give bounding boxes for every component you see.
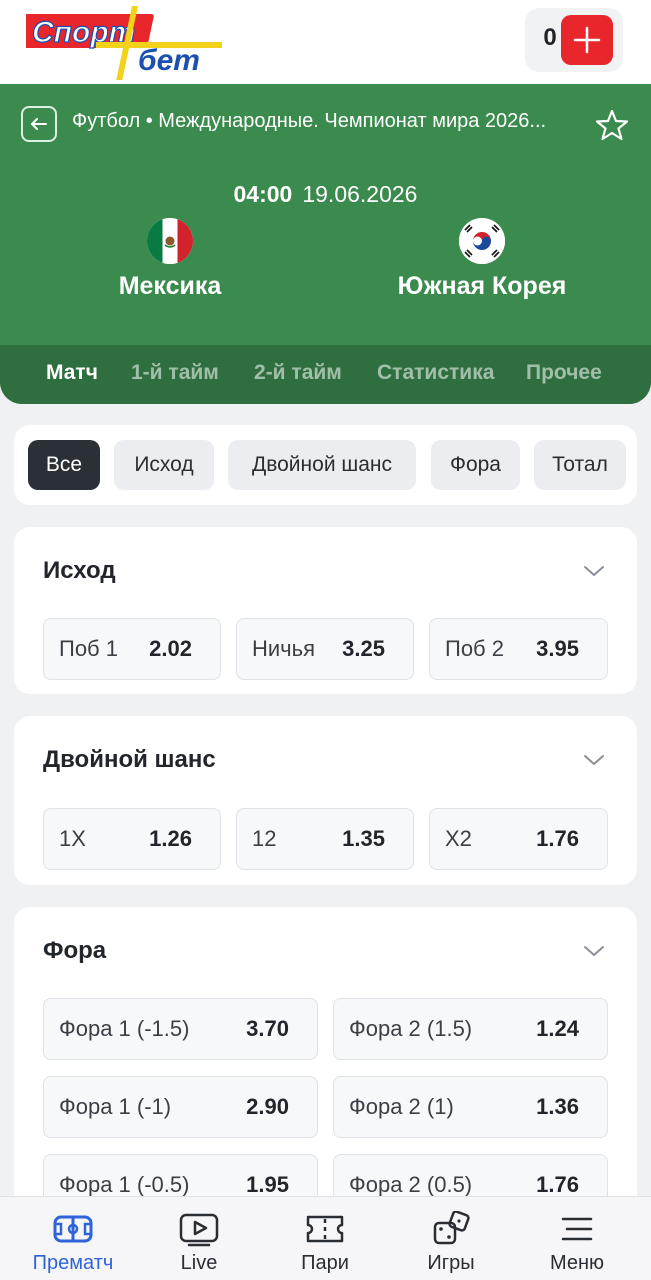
back-button[interactable] xyxy=(21,106,57,142)
south-korea-flag-icon xyxy=(459,218,505,264)
market-title: Исход xyxy=(43,557,116,584)
odd-button[interactable]: Фора 2 (1) 1.36 xyxy=(333,1076,608,1138)
odd-value: 1.36 xyxy=(536,1094,579,1119)
odd-label: Фора 1 (-1.5) xyxy=(59,1016,190,1041)
dice-icon xyxy=(433,1211,470,1245)
plus-icon xyxy=(573,26,601,54)
team-away: Южная Корея xyxy=(397,272,567,300)
menu-icon xyxy=(561,1217,593,1241)
odd-button[interactable]: X2 1.76 xyxy=(429,808,608,870)
tab-first-half[interactable]: 1-й тайм xyxy=(131,361,219,385)
market-title: Двойной шанс xyxy=(43,746,216,773)
tab-match[interactable]: Матч xyxy=(46,361,98,385)
odd-label: Ничья xyxy=(252,636,316,661)
chevron-down-icon[interactable] xyxy=(582,563,606,579)
market-double-chance: Двойной шанс 1X 1.26 12 1.35 X2 1.76 xyxy=(14,716,637,885)
market-title: Фора xyxy=(43,937,107,964)
odd-value: 2.90 xyxy=(246,1094,289,1119)
match-date: 19.06.2026 xyxy=(302,181,418,207)
odd-label: Фора 2 (0.5) xyxy=(349,1172,473,1197)
odd-value: 3.70 xyxy=(246,1016,289,1041)
nav-games[interactable]: Игры xyxy=(386,1197,516,1280)
odd-value: 1.76 xyxy=(536,1172,579,1197)
odd-label: Фора 1 (-0.5) xyxy=(59,1172,190,1197)
period-tabs: Матч 1-й тайм 2-й тайм Статистика Прочее xyxy=(0,345,651,404)
odd-label: Фора 2 (1) xyxy=(349,1094,454,1119)
odd-button[interactable]: Фора 1 (-1) 2.90 xyxy=(43,1076,318,1138)
odd-label: 12 xyxy=(252,826,277,851)
market-outcome: Исход Поб 1 2.02 Ничья 3.25 Поб 2 3.95 xyxy=(14,527,637,694)
odd-button[interactable]: Ничья 3.25 xyxy=(236,618,414,680)
stadium-icon xyxy=(53,1215,93,1243)
odd-button[interactable]: Фора 1 (-1.5) 3.70 xyxy=(43,998,318,1060)
odd-label: Поб 2 xyxy=(445,636,504,661)
odd-value: 3.25 xyxy=(342,636,385,661)
tab-other[interactable]: Прочее xyxy=(526,361,602,385)
odd-button[interactable]: Поб 1 2.02 xyxy=(43,618,221,680)
market-handicap: Фора Фора 1 (-1.5) 3.70 Фора 2 (1.5) 1.2… xyxy=(14,907,637,1227)
odd-label: Фора 2 (1.5) xyxy=(349,1016,473,1041)
odd-value: 1.76 xyxy=(536,826,579,851)
match-datetime: 04:00 19.06.2026 xyxy=(0,181,651,208)
nav-label: Игры xyxy=(427,1252,475,1274)
odd-label: 1X xyxy=(59,826,86,851)
arrow-left-icon xyxy=(31,118,47,130)
top-bar: Спорт бет 0 xyxy=(0,0,651,84)
odd-button[interactable]: Фора 2 (1.5) 1.24 xyxy=(333,998,608,1060)
odd-button[interactable]: Поб 2 3.95 xyxy=(429,618,608,680)
odd-value: 3.95 xyxy=(536,636,579,661)
odd-value: 1.35 xyxy=(342,826,385,851)
odd-value: 1.24 xyxy=(536,1016,579,1041)
nav-live[interactable]: Live xyxy=(134,1197,264,1280)
nav-label: Live xyxy=(180,1252,218,1274)
nav-label: Пари xyxy=(301,1252,349,1274)
ticket-icon xyxy=(306,1215,344,1243)
mexico-flag-icon xyxy=(147,218,193,264)
match-header: Футбол • Международные. Чемпионат мира 2… xyxy=(0,84,651,404)
svg-text:бет: бет xyxy=(138,44,200,77)
odd-button[interactable]: 1X 1.26 xyxy=(43,808,221,870)
tab-second-half[interactable]: 2-й тайм xyxy=(254,361,342,385)
nav-label: Меню xyxy=(549,1252,605,1274)
tab-statistics[interactable]: Статистика xyxy=(377,361,494,385)
filter-outcome[interactable]: Исход xyxy=(114,440,214,490)
odd-value: 1.95 xyxy=(246,1172,289,1197)
filter-double-chance[interactable]: Двойной шанс xyxy=(228,440,416,490)
odd-label: Поб 1 xyxy=(59,636,118,661)
filter-all[interactable]: Все xyxy=(28,440,100,490)
nav-menu[interactable]: Меню xyxy=(512,1197,642,1280)
team-home: Мексика xyxy=(118,272,222,300)
sportbet-logo[interactable]: Спорт бет xyxy=(26,6,222,80)
nav-label: Прематч xyxy=(32,1252,114,1274)
nav-bets[interactable]: Пари xyxy=(260,1197,390,1280)
deposit-button[interactable] xyxy=(561,15,613,65)
nav-prematch[interactable]: Прематч xyxy=(8,1197,138,1280)
odd-label: X2 xyxy=(445,826,472,851)
odd-value: 1.26 xyxy=(149,826,192,851)
chevron-down-icon[interactable] xyxy=(582,943,606,959)
market-filter-bar: Все Исход Двойной шанс Фора Тотал xyxy=(14,425,637,505)
odd-value: 2.02 xyxy=(149,636,192,661)
filter-handicap[interactable]: Фора xyxy=(431,440,520,490)
star-icon[interactable] xyxy=(595,108,629,142)
chevron-down-icon[interactable] xyxy=(582,752,606,768)
bottom-navigation: Прематч Live Пари Игры Меню xyxy=(0,1196,651,1280)
match-time: 04:00 xyxy=(233,181,293,207)
filter-total[interactable]: Тотал xyxy=(534,440,626,490)
breadcrumb[interactable]: Футбол • Международные. Чемпионат мира 2… xyxy=(72,110,572,133)
odd-label: Фора 1 (-1) xyxy=(59,1094,172,1119)
odd-button[interactable]: 12 1.35 xyxy=(236,808,414,870)
play-icon xyxy=(179,1213,219,1247)
balance-widget[interactable]: 0 xyxy=(525,8,623,72)
